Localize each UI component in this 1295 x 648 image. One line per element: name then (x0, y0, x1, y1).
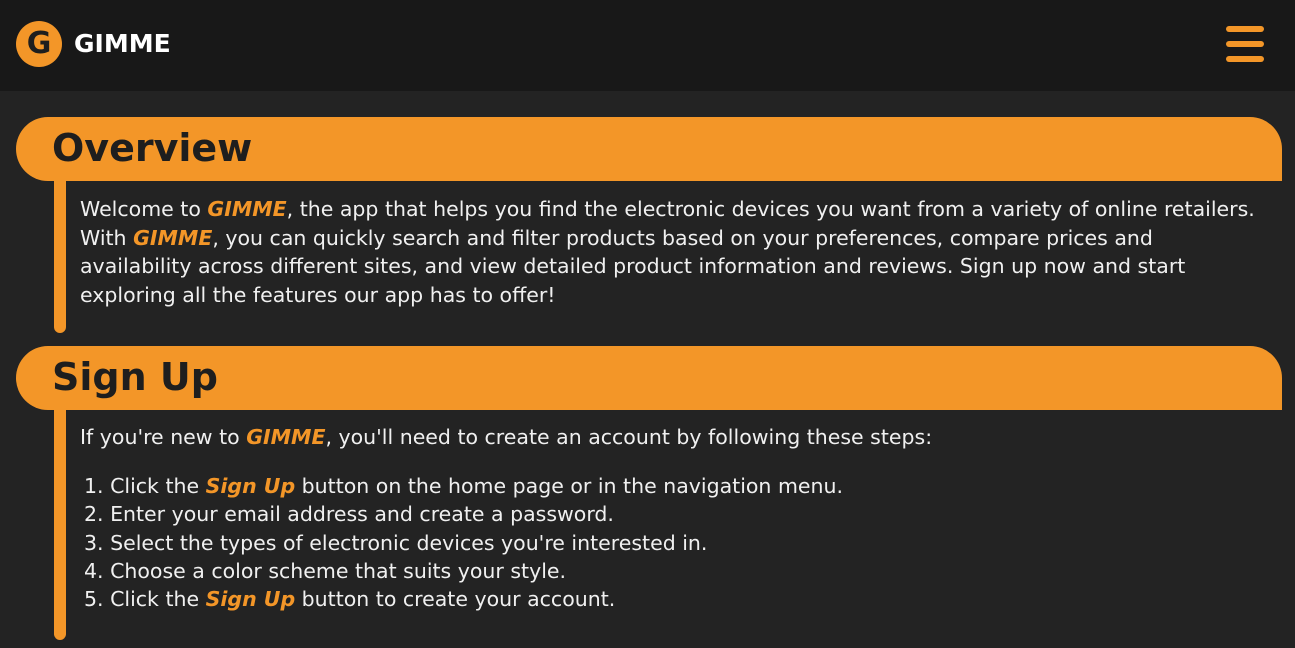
step-number: 5. (84, 587, 104, 612)
menu-bar-line (1226, 41, 1264, 47)
sign-up-link[interactable]: Sign Up (206, 474, 296, 498)
overview-paragraph: Welcome to GIMME, the app that helps you… (80, 195, 1270, 309)
list-item: 4. Choose a color scheme that suits your… (84, 557, 1264, 585)
list-item: 3. Select the types of electronic device… (84, 529, 1264, 557)
brand-name: GIMME (207, 197, 287, 221)
app-name[interactable]: GIMME (74, 27, 171, 61)
step-number: 4. (84, 558, 104, 583)
signup-section-header: Sign Up (16, 346, 1282, 410)
menu-bar-line (1226, 56, 1264, 62)
signup-steps-list: 1. Click the Sign Up button on the home … (84, 472, 1264, 613)
signup-intro-text: If you're new to (80, 425, 247, 449)
list-item: 1. Click the Sign Up button on the home … (84, 472, 1264, 500)
overview-section-header: Overview (16, 117, 1282, 181)
brand-name: GIMME (246, 425, 326, 449)
sign-up-link[interactable]: Sign Up (206, 587, 296, 611)
signup-intro: If you're new to GIMME, you'll need to c… (80, 423, 1270, 452)
list-item: 2. Enter your email address and create a… (84, 500, 1264, 528)
step-text: Click the (103, 474, 206, 498)
step-text: Enter your email address and create a pa… (103, 502, 614, 527)
signup-title: Sign Up (52, 355, 218, 399)
step-number: 2. (84, 502, 104, 527)
step-number: 1. (84, 474, 104, 498)
overview-text: , you can quickly search and filter prod… (80, 225, 1186, 307)
top-bar: G GIMME (0, 0, 1295, 91)
overview-title: Overview (52, 126, 253, 170)
logo-icon[interactable]: G (16, 21, 62, 67)
step-text: Choose a color scheme that suits your st… (103, 558, 567, 583)
step-text: Click the (103, 587, 206, 612)
list-item: 5. Click the Sign Up button to create yo… (84, 585, 1264, 613)
overview-accent-line (54, 178, 66, 333)
step-text: button on the home page or in the naviga… (295, 474, 844, 498)
hamburger-menu-icon[interactable] (1226, 26, 1266, 62)
step-text: Select the types of electronic devices y… (103, 530, 708, 555)
step-number: 3. (84, 530, 104, 555)
signup-accent-line (54, 406, 66, 640)
overview-text: Welcome to (80, 197, 208, 221)
brand-name: GIMME (133, 225, 213, 250)
signup-intro-text: , you'll need to create an account by fo… (325, 425, 933, 449)
step-text: button to create your account. (295, 587, 616, 612)
menu-bar-line (1226, 26, 1264, 32)
